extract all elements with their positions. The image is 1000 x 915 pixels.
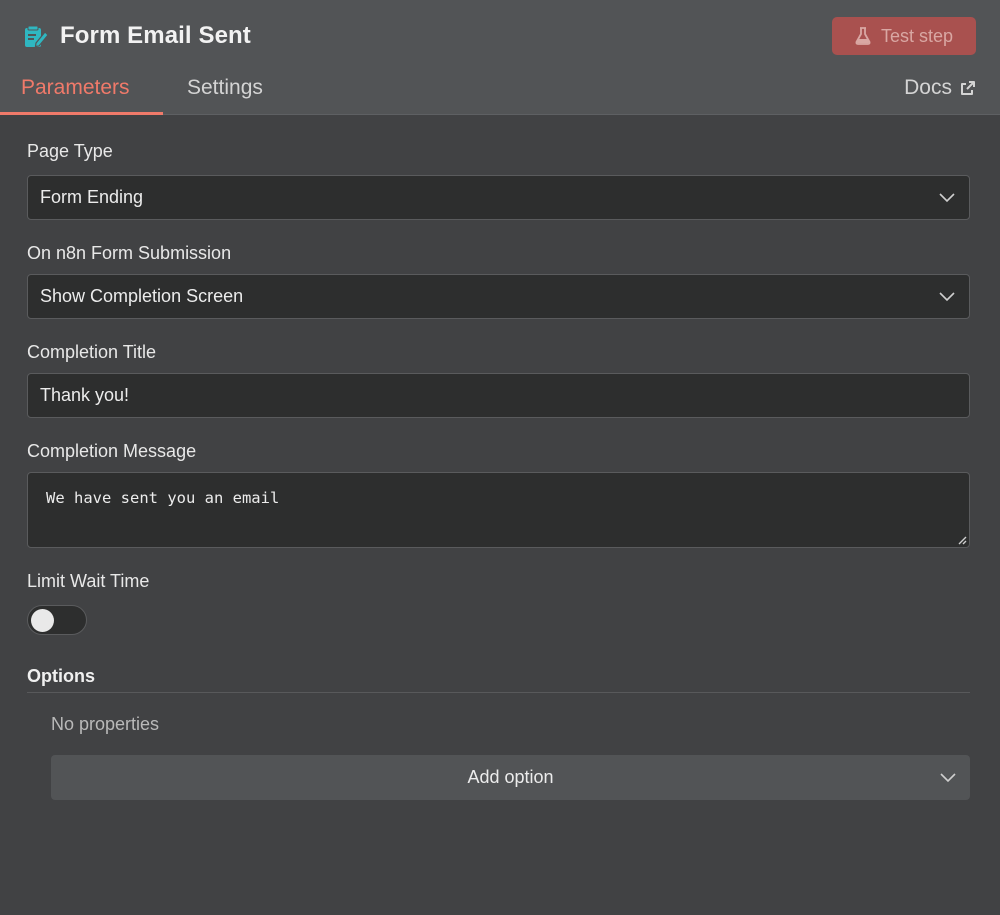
completion-title-value: Thank you! xyxy=(40,385,130,405)
completion-message-value: We have sent you an email xyxy=(46,489,280,507)
node-header: Form Email Sent Test step Parameters Set… xyxy=(0,0,1000,115)
toggle-knob xyxy=(31,609,54,632)
chevron-down-icon xyxy=(940,772,956,782)
page-type-label: Page Type xyxy=(27,141,113,161)
docs-link[interactable]: Docs xyxy=(904,76,976,100)
add-option-label: Add option xyxy=(467,767,554,787)
node-title: Form Email Sent xyxy=(60,22,251,49)
tab-settings[interactable]: Settings xyxy=(187,76,263,100)
node-tabs: Parameters Settings Docs xyxy=(0,68,1000,115)
test-step-button[interactable]: Test step xyxy=(832,17,976,55)
form-edit-icon xyxy=(22,22,50,50)
completion-message-textarea[interactable]: We have sent you an email xyxy=(27,472,970,548)
test-step-label: Test step xyxy=(880,25,954,46)
limit-wait-time-label: Limit Wait Time xyxy=(27,571,150,591)
limit-wait-time-toggle[interactable] xyxy=(27,605,87,635)
no-properties-text: No properties xyxy=(51,714,160,734)
page-type-select[interactable]: Form Ending xyxy=(27,175,970,220)
add-option-button[interactable]: Add option xyxy=(51,755,970,800)
on-submission-select[interactable]: Show Completion Screen xyxy=(27,274,970,319)
on-submission-value: Show Completion Screen xyxy=(40,286,244,306)
chevron-down-icon xyxy=(939,291,955,301)
completion-message-label: Completion Message xyxy=(27,441,197,461)
docs-label: Docs xyxy=(904,76,952,99)
resize-handle-icon[interactable] xyxy=(957,535,967,545)
options-divider xyxy=(27,692,970,693)
page-type-value: Form Ending xyxy=(40,187,144,207)
node-title-row: Form Email Sent xyxy=(22,18,251,54)
completion-title-label: Completion Title xyxy=(27,342,157,362)
completion-title-input[interactable]: Thank you! xyxy=(27,373,970,418)
options-title: Options xyxy=(27,666,95,686)
tab-parameters[interactable]: Parameters xyxy=(21,76,130,100)
chevron-down-icon xyxy=(939,192,955,202)
active-tab-indicator xyxy=(0,112,163,115)
flask-icon xyxy=(855,27,871,45)
on-submission-label: On n8n Form Submission xyxy=(27,243,232,263)
external-link-icon xyxy=(961,81,975,95)
